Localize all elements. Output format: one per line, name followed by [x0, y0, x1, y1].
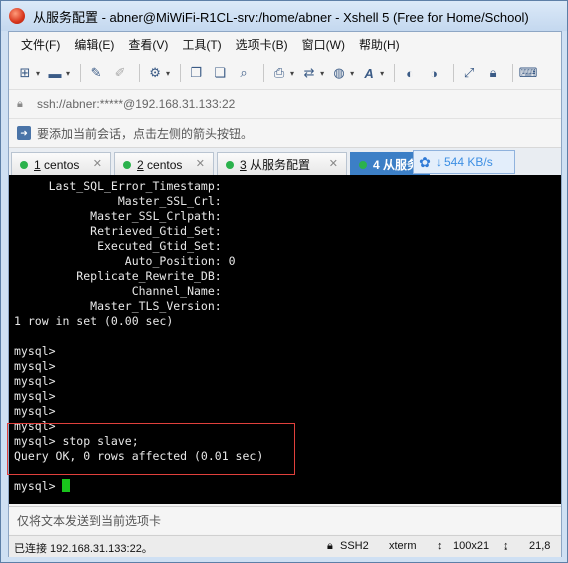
terminal-line: Retrieved_Gtid_Set: — [14, 224, 222, 238]
cursor-move-icon: ↨ — [503, 540, 509, 552]
tab-3[interactable]: 3 从服务配置 ✕ — [217, 152, 347, 176]
address-bar[interactable]: 🔒︎ ssh://abner:*****@192.168.31.133:22 — [9, 90, 561, 119]
tab-number: 1 — [34, 157, 41, 172]
terminal-line: mysql> — [14, 359, 56, 373]
terminal-line: Master_SSL_Crlpath: — [14, 209, 222, 223]
arrow-button-icon[interactable]: ➜ — [17, 126, 31, 140]
terminal-line: mysql> — [14, 374, 56, 388]
xshell-window: 从服务配置 - abner@MiWiFi-R1CL-srv:/home/abne… — [0, 0, 568, 563]
hint-text: 要添加当前会话，点击左侧的箭头按钮。 — [37, 126, 254, 141]
network-speed: 544 KB/s — [444, 155, 493, 169]
terminal-size: 100x21 — [453, 540, 490, 552]
settings-icon[interactable]: ⚙ — [145, 63, 165, 83]
tab-label: 从服务配置 — [250, 158, 311, 172]
print-icon[interactable]: ⎙ — [269, 63, 289, 83]
status-bar: 已连接 192.168.31.133:22。 🔒︎ SSH2 xterm ↕ 1… — [9, 535, 561, 557]
menu-view[interactable]: 查看(V) — [128, 36, 168, 53]
xshell-logo-icon — [9, 8, 25, 24]
network-speed-monitor: ✿ ↓ 544 KB/s — [413, 150, 515, 174]
terminal-line: Last_SQL_Error_Timestamp: — [14, 179, 222, 193]
erase-icon[interactable]: ✐ — [110, 63, 130, 83]
close-icon[interactable]: ✕ — [196, 157, 205, 170]
xftp-icon[interactable]: ◐ — [400, 63, 420, 83]
cluster-icon: ✿ — [419, 153, 431, 170]
tab-number: 2 — [137, 157, 144, 172]
lock-icon[interactable]: 🔒︎ — [483, 63, 503, 83]
title-bar: 从服务配置 - abner@MiWiFi-R1CL-srv:/home/abne… — [1, 1, 567, 31]
globe-icon[interactable]: ◍ — [329, 63, 349, 83]
new-session-icon[interactable]: ⊞ — [15, 63, 35, 83]
transfer-icon[interactable]: ⇄ — [299, 63, 319, 83]
connection-status: 已连接 192.168.31.133:22。 — [14, 543, 153, 555]
close-icon[interactable]: ✕ — [93, 157, 102, 170]
terminal-cursor — [62, 479, 71, 492]
menu-tab[interactable]: 选项卡(B) — [236, 36, 288, 53]
terminal-line: Master_TLS_Version: — [14, 299, 222, 313]
window-title: 从服务配置 - abner@MiWiFi-R1CL-srv:/home/abne… — [33, 9, 529, 25]
terminal-line: Channel_Name: — [14, 284, 222, 298]
connected-dot-icon — [20, 160, 28, 169]
tab-2[interactable]: 2 centos ✕ — [114, 152, 214, 176]
find-icon[interactable]: ⌕ — [234, 63, 254, 83]
xmanager-icon[interactable]: ◑ — [424, 63, 444, 83]
terminal-line: mysql> — [14, 389, 56, 403]
main-area: 文件(F) 编辑(E) 查看(V) 工具(T) 选项卡(B) 窗口(W) 帮助(… — [7, 31, 562, 557]
terminal-line: mysql> — [14, 344, 56, 358]
lock-icon: 🔒︎ — [17, 97, 23, 110]
close-icon[interactable]: ✕ — [329, 157, 338, 170]
connected-dot-icon — [123, 160, 131, 169]
connected-dot-icon — [226, 160, 234, 169]
tab-number: 4 — [373, 157, 380, 172]
send-input-placeholder: 仅将文本发送到当前选项卡 — [17, 514, 162, 528]
terminal-line: Auto_Position: 0 — [14, 254, 236, 268]
copy-icon[interactable]: ❐ — [186, 63, 206, 83]
tab-label: centos — [44, 157, 80, 172]
font-icon[interactable]: A — [359, 63, 379, 83]
download-arrow-icon: ↓ — [436, 155, 442, 169]
terminal-line: 1 row in set (0.00 sec) — [14, 314, 174, 328]
terminal-prompt-line: mysql> — [9, 479, 561, 494]
tab-label: centos — [147, 157, 183, 172]
paste-icon[interactable]: ❏ — [210, 63, 230, 83]
session-hint-bar: ➜ 要添加当前会话，点击左侧的箭头按钮。 — [9, 119, 561, 148]
menu-bar: 文件(F) 编辑(E) 查看(V) 工具(T) 选项卡(B) 窗口(W) 帮助(… — [9, 32, 561, 57]
menu-help[interactable]: 帮助(H) — [359, 36, 400, 53]
open-folder-icon[interactable]: ▬ — [45, 63, 65, 83]
lock-icon: 🔒︎ — [327, 540, 333, 552]
terminal-line: Replicate_Rewrite_DB: — [14, 269, 222, 283]
resize-icon: ↕ — [437, 540, 443, 552]
pen-icon[interactable]: ✎ — [86, 63, 106, 83]
cursor-position: 21,8 — [529, 540, 551, 552]
menu-edit[interactable]: 编辑(E) — [74, 36, 114, 53]
terminal-line: mysql> — [14, 404, 56, 418]
connected-dot-icon — [359, 160, 367, 169]
fullscreen-icon[interactable]: ⤢ — [459, 63, 479, 83]
terminal-line: Executed_Gtid_Set: — [14, 239, 222, 253]
terminal-line: Master_SSL_Crl: — [14, 194, 222, 208]
annotation-highlight-box — [7, 423, 295, 475]
protocol: SSH2 — [340, 540, 369, 552]
menu-file[interactable]: 文件(F) — [21, 36, 60, 53]
toolbar: ⊞ ▾ ▬ ▾ ✎ ✐ ⚙ ▾ ❐ ❏ ⌕ ⎙ ▾ ⇄ ▾ ◍ ▾ A ▾ ◐ ◑ ⤢ 🔒︎ … — [9, 57, 561, 90]
keyboard-icon[interactable]: ⌨ — [518, 63, 538, 83]
terminal-type: xterm — [389, 540, 417, 552]
tab-1[interactable]: 1 centos ✕ — [11, 152, 111, 176]
tab-number: 3 — [240, 157, 247, 172]
menu-window[interactable]: 窗口(W) — [302, 36, 345, 53]
menu-tools[interactable]: 工具(T) — [182, 36, 221, 53]
send-to-tab-input[interactable]: 仅将文本发送到当前选项卡 — [9, 506, 561, 534]
address-text: ssh://abner:*****@192.168.31.133:22 — [37, 97, 236, 111]
